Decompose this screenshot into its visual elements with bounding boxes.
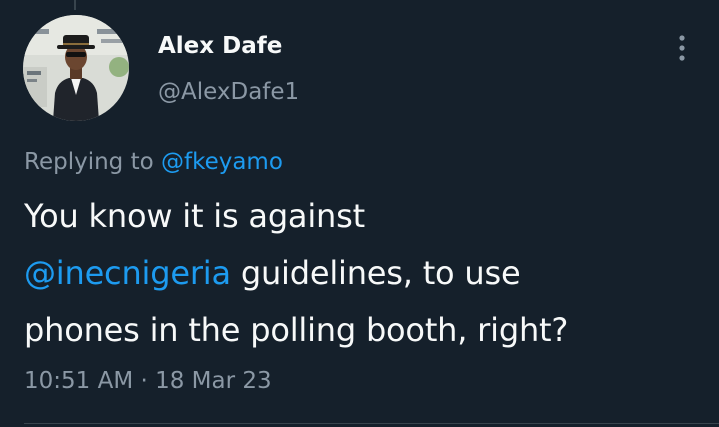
replying-to: Replying to @fkeyamo bbox=[24, 147, 283, 177]
tweet-mention-link[interactable]: @inecnigeria bbox=[24, 254, 231, 292]
reply-mention-link[interactable]: @fkeyamo bbox=[161, 149, 283, 175]
display-name[interactable]: Alex Dafe bbox=[158, 32, 282, 60]
tweet-text: You know it is against @inecnigeria guid… bbox=[24, 188, 714, 359]
tweet-line-2: @inecnigeria guidelines, to use bbox=[24, 245, 714, 302]
more-options-button[interactable] bbox=[664, 28, 700, 68]
divider bbox=[24, 423, 719, 424]
tweet-metadata: 10:51 AM · 18 Mar 23 bbox=[24, 366, 272, 396]
tweet-time[interactable]: 10:51 AM bbox=[24, 368, 133, 394]
meta-separator: · bbox=[140, 368, 148, 394]
tweet-line-2-text: guidelines, to use bbox=[230, 254, 521, 292]
user-handle[interactable]: @AlexDafe1 bbox=[158, 78, 299, 106]
tweet-date[interactable]: 18 Mar 23 bbox=[155, 368, 272, 394]
tweet-line-3: phones in the polling booth, right? bbox=[24, 311, 569, 349]
avatar[interactable] bbox=[23, 15, 129, 121]
thread-connector-line bbox=[74, 0, 76, 10]
avatar-photo bbox=[23, 15, 129, 121]
more-vertical-icon bbox=[679, 35, 685, 61]
tweet-line-1: You know it is against bbox=[24, 197, 365, 235]
replying-to-label: Replying to bbox=[24, 149, 154, 175]
